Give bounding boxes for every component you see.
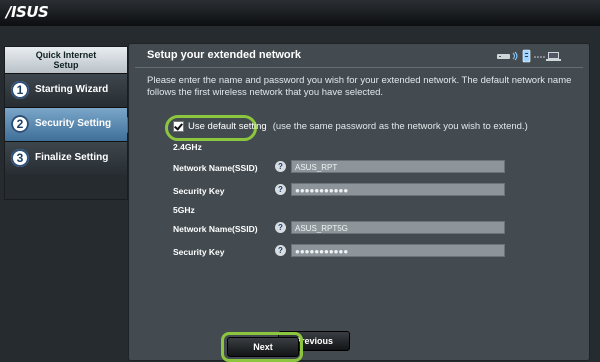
help-icon[interactable]: ? [275, 184, 286, 195]
ssid-24-input[interactable]: ASUS_RPT [291, 160, 505, 173]
sidebar-item-label: Security Setting [35, 118, 112, 129]
wizard-sidebar: Quick Internet Setup 1 Starting Wizard 2… [4, 46, 137, 200]
default-setting-row: Use default setting (use the same passwo… [173, 121, 528, 132]
sidebar-item-finalize-setting[interactable]: 3 Finalize Setting [5, 141, 127, 175]
step-number-icon: 1 [11, 81, 29, 99]
asus-logo: /ISUS [6, 3, 49, 21]
sidebar-title-line2: Setup [53, 60, 79, 70]
use-default-note: (use the same password as the network yo… [272, 121, 528, 132]
ssid-5-label: Network Name(SSID) [173, 224, 258, 234]
ssid-5-input[interactable]: ASUS_RPT5G [291, 221, 505, 234]
panel-title: Setup your extended network [147, 49, 302, 61]
use-default-label[interactable]: Use default setting [188, 121, 267, 132]
help-icon[interactable]: ? [275, 245, 286, 256]
help-icon[interactable]: ? [275, 222, 286, 233]
band-24ghz-heading: 2.4GHz [173, 142, 202, 152]
repeater-icon [522, 49, 531, 63]
sidebar-item-label: Starting Wizard [35, 84, 109, 95]
network-diagram [497, 49, 561, 63]
ssid-24-label: Network Name(SSID) [173, 163, 258, 173]
router-icon [497, 54, 510, 59]
use-default-checkbox[interactable] [173, 121, 184, 132]
main-area: Quick Internet Setup 1 Starting Wizard 2… [0, 26, 600, 362]
sidebar-item-starting-wizard[interactable]: 1 Starting Wizard [5, 73, 127, 107]
panel-description: Please enter the name and password you w… [147, 75, 572, 98]
key-5-input[interactable]: ●●●●●●●●●●● [291, 244, 505, 257]
band-5ghz-heading: 5GHz [173, 205, 195, 215]
step-number-icon: 3 [11, 149, 29, 167]
top-bar: /ISUS [0, 0, 600, 26]
key-5-label: Security Key [173, 247, 225, 257]
title-divider [135, 67, 583, 68]
setup-panel: Setup your extended network Please enter… [128, 43, 590, 361]
wifi-icon [512, 51, 518, 61]
step-number-icon: 2 [11, 115, 29, 133]
key-24-input[interactable]: ●●●●●●●●●●● [291, 183, 505, 196]
key-24-label: Security Key [173, 186, 225, 196]
next-button[interactable]: Next [227, 337, 299, 357]
sidebar-item-label: Finalize Setting [35, 152, 109, 163]
link-dots-icon [534, 56, 545, 58]
sidebar-item-security-setting[interactable]: 2 Security Setting [5, 107, 137, 141]
sidebar-title-line1: Quick Internet [35, 50, 97, 60]
help-icon[interactable]: ? [275, 161, 286, 172]
sidebar-title: Quick Internet Setup [5, 47, 127, 73]
laptop-icon [546, 52, 561, 61]
